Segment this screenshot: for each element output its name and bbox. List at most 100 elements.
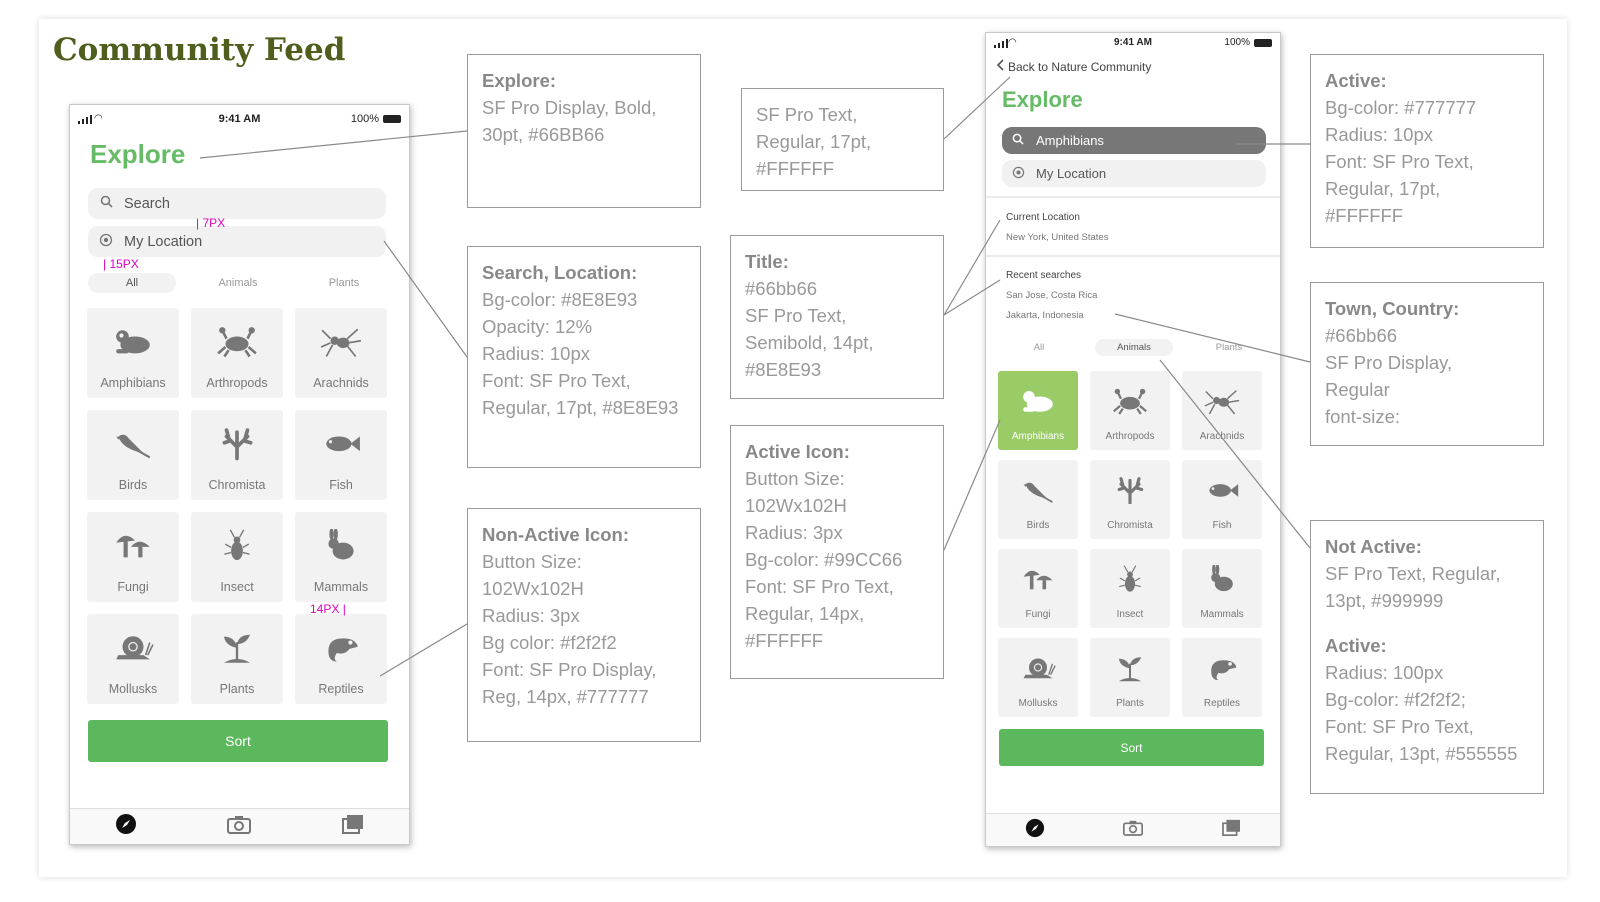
note-active-search: Active: Bg-color: #777777 Radius: 10px F…: [1310, 54, 1544, 248]
snail-icon: [112, 614, 154, 682]
recent-searches-heading: Recent searches: [1006, 270, 1082, 281]
category-label: Arachnids: [1199, 431, 1245, 442]
bird-icon: [1020, 460, 1056, 520]
category-plants[interactable]: Plants: [1090, 638, 1170, 717]
category-label: Reptiles: [1203, 698, 1241, 709]
category-label: Amphibians: [1011, 431, 1065, 442]
location-input[interactable]: My Location: [88, 226, 386, 257]
category-label: Fungi: [1025, 609, 1051, 620]
status-bar: ◠ 9:41 AM 100%: [986, 33, 1280, 53]
frog-icon: [112, 308, 154, 376]
category-grid: Amphibians Arthropods Arachnids Birds Chromi…: [87, 308, 387, 704]
crab-icon: [1112, 371, 1148, 431]
rabbit-icon: [320, 512, 362, 580]
tab-animals[interactable]: Animals: [194, 273, 282, 293]
search-input-active[interactable]: Amphibians: [1002, 127, 1266, 154]
category-mollusks[interactable]: Mollusks: [87, 614, 179, 704]
camera-icon[interactable]: [1123, 819, 1144, 841]
recent-search-item[interactable]: San Jose, Costa Rica: [1006, 290, 1097, 301]
back-button[interactable]: Back to Nature Community: [996, 59, 1151, 74]
gallery-icon[interactable]: [341, 814, 364, 839]
divider: [986, 196, 1280, 198]
note-non-active-icon: Non-Active Icon: Button Size: 102Wx102H …: [467, 508, 701, 742]
battery-icon: [1254, 38, 1272, 47]
tab-plants[interactable]: Plants: [1190, 339, 1268, 356]
sort-button[interactable]: Sort: [88, 720, 388, 762]
battery-indicator: 100%: [351, 113, 401, 125]
category-reptiles[interactable]: Reptiles: [1182, 638, 1262, 717]
category-tabs: All Animals Plants: [88, 272, 388, 294]
category-birds[interactable]: Birds: [87, 410, 179, 500]
spacing-label-15: | 15PX: [103, 257, 139, 271]
category-label: Fungi: [117, 580, 149, 594]
beetle-icon: [1112, 549, 1148, 609]
category-label: Plants: [1116, 698, 1144, 709]
camera-icon[interactable]: [227, 814, 252, 839]
category-reptiles[interactable]: Reptiles: [295, 614, 387, 704]
category-insect[interactable]: Insect: [1090, 549, 1170, 628]
mushroom-icon: [112, 512, 154, 580]
category-fish[interactable]: Fish: [295, 410, 387, 500]
tab-plants[interactable]: Plants: [300, 273, 388, 293]
category-arthropods[interactable]: Arthropods: [191, 308, 283, 398]
note-explore: Explore: SF Pro Display, Bold, 30pt, #66…: [467, 54, 701, 208]
sprout-icon: [1112, 638, 1148, 698]
compass-icon[interactable]: [115, 813, 137, 840]
category-arachnids[interactable]: Arachnids: [1182, 371, 1262, 450]
current-location-value[interactable]: New York, United States: [1006, 232, 1108, 243]
battery-indicator: 100%: [1224, 37, 1272, 48]
category-arthropods[interactable]: Arthropods: [1090, 371, 1170, 450]
category-fungi[interactable]: Fungi: [87, 512, 179, 602]
category-mollusks[interactable]: Mollusks: [998, 638, 1078, 717]
category-mammals[interactable]: Mammals: [1182, 549, 1262, 628]
compass-icon[interactable]: [1025, 818, 1045, 843]
category-insect[interactable]: Insect: [191, 512, 283, 602]
category-label: Chromista: [208, 478, 266, 492]
category-label: Arthropods: [206, 376, 268, 390]
note-town-country: Town, Country: #66bb66 SF Pro Display, R…: [1310, 282, 1544, 446]
category-chromista[interactable]: Chromista: [1090, 460, 1170, 539]
sprout-icon: [216, 614, 258, 682]
note-search-location: Search, Location: Bg-color: #8E8E93 Opac…: [467, 246, 701, 468]
tab-bar: [70, 808, 409, 844]
search-input[interactable]: Search: [88, 188, 386, 219]
category-label: Mammals: [1200, 609, 1244, 620]
category-fungi[interactable]: Fungi: [998, 549, 1078, 628]
category-arachnids[interactable]: Arachnids: [295, 308, 387, 398]
category-label: Reptiles: [318, 682, 364, 696]
category-label: Arthropods: [1105, 431, 1155, 442]
category-plants[interactable]: Plants: [191, 614, 283, 704]
beetle-icon: [216, 512, 258, 580]
page-title: Community Feed: [53, 32, 346, 68]
coral-icon: [216, 410, 258, 478]
category-amphibians[interactable]: Amphibians: [87, 308, 179, 398]
category-fish[interactable]: Fish: [1182, 460, 1262, 539]
category-amphibians[interactable]: Amphibians: [998, 371, 1078, 450]
category-label: Fish: [329, 478, 353, 492]
category-label: Mollusks: [1018, 698, 1058, 709]
gallery-icon[interactable]: [1221, 819, 1241, 841]
tab-all[interactable]: All: [88, 273, 176, 293]
category-grid: Amphibians Arthropods Arachnids Birds Chromi…: [998, 371, 1262, 717]
fish-icon: [320, 410, 362, 478]
category-label: Mammals: [313, 580, 369, 594]
category-chromista[interactable]: Chromista: [191, 410, 283, 500]
phone-left: ◠ 9:41 AM 100% Explore Search | 7PX My L…: [69, 104, 410, 845]
mushroom-icon: [1020, 549, 1056, 609]
spider-icon: [1204, 371, 1240, 431]
rabbit-icon: [1204, 549, 1240, 609]
coral-icon: [1112, 460, 1148, 520]
location-input[interactable]: My Location: [1002, 160, 1266, 187]
category-label: Chromista: [1107, 520, 1153, 531]
category-label: Insect: [220, 580, 254, 594]
sort-button[interactable]: Sort: [999, 729, 1264, 766]
category-label: Fish: [1212, 520, 1232, 531]
category-mammals[interactable]: Mammals: [295, 512, 387, 602]
note-tabs-state: Not Active: SF Pro Text, Regular, 13pt, …: [1310, 520, 1544, 794]
crab-icon: [216, 308, 258, 376]
category-label: Mollusks: [108, 682, 158, 696]
tab-animals[interactable]: Animals: [1095, 338, 1173, 356]
tab-all[interactable]: All: [1000, 339, 1078, 356]
recent-search-item[interactable]: Jakarta, Indonesia: [1006, 310, 1084, 321]
category-birds[interactable]: Birds: [998, 460, 1078, 539]
